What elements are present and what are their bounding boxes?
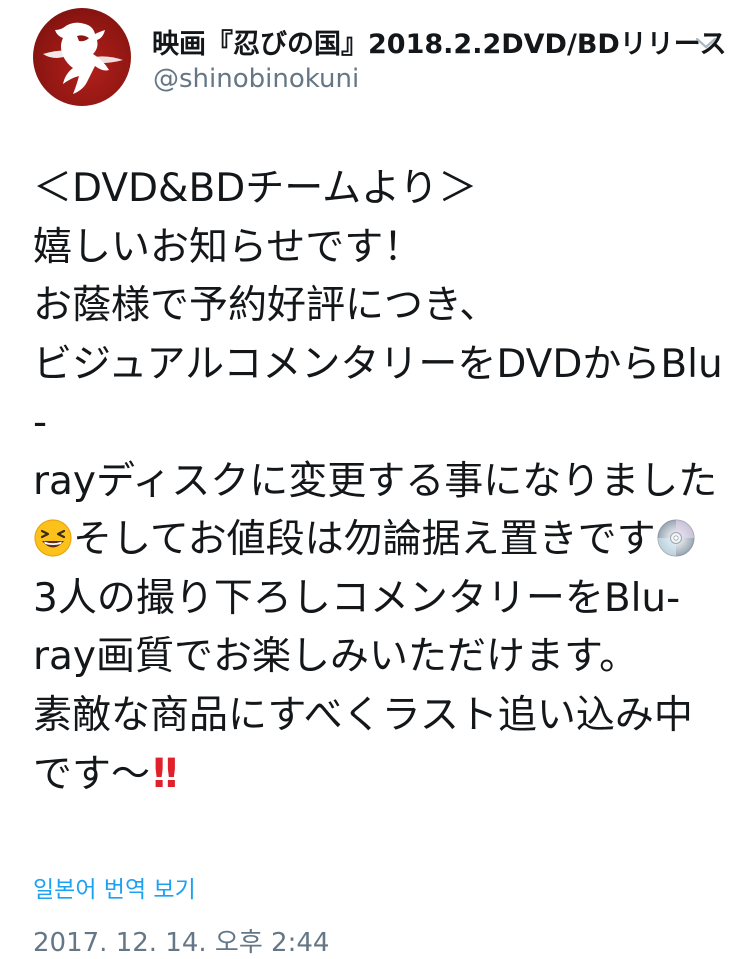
tweet-line-text: です～ <box>33 752 151 797</box>
tweet-timestamp[interactable]: 2017. 12. 14. 오후 2:44 <box>33 922 329 959</box>
tweet-line: 嬉しいお知らせです！ <box>33 224 423 270</box>
tweet-line: 素敵な商品にすべくラスト追い込み中 <box>33 692 693 738</box>
double-exclamation-emoji: !! <box>150 751 181 797</box>
chevron-down-icon[interactable] <box>695 36 717 50</box>
tweet-line-text: そしてお値段は勿論据え置きです <box>73 517 656 562</box>
grinning-squinting-face-emoji <box>34 519 72 557</box>
author-handle[interactable]: @shinobinokuni <box>153 64 359 94</box>
tweet-line-with-emphasis: です～!! <box>33 745 723 804</box>
author-display-name[interactable]: 映画『忍びの国』2018.2.2DVD/BDリリース <box>152 22 726 61</box>
tweet-line: ray画質でお楽しみいただけます。 <box>33 634 639 679</box>
tweet-line: ＜DVD&BDチームより＞ <box>33 166 478 211</box>
tweet-line: rayディスクに変更する事になりました <box>33 458 718 504</box>
tweet-text: ＜DVD&BDチームより＞ 嬉しいお知らせです！ お蔭様で予約好評につき、 ビジ… <box>33 160 723 804</box>
ninja-logo-icon <box>43 22 123 95</box>
tweet-line-with-emoji: そしてお値段は勿論据え置きです <box>33 511 723 570</box>
dvd-disc-emoji <box>657 519 695 557</box>
tweet-header: 映画『忍びの国』2018.2.2DVD/BDリリース @shinobinokun… <box>0 0 749 120</box>
tweet-line: 3人の撮り下ろしコメンタリーをBlu- <box>33 575 681 621</box>
tweet-line: - <box>33 400 48 445</box>
tweet-line: お蔭様で予約好評につき、 <box>33 283 499 328</box>
translate-tweet-link[interactable]: 일본어 번역 보기 <box>33 870 196 904</box>
tweet-line: ビジュアルコメンタリーをDVDからBlu <box>33 341 723 387</box>
avatar[interactable] <box>33 8 131 106</box>
